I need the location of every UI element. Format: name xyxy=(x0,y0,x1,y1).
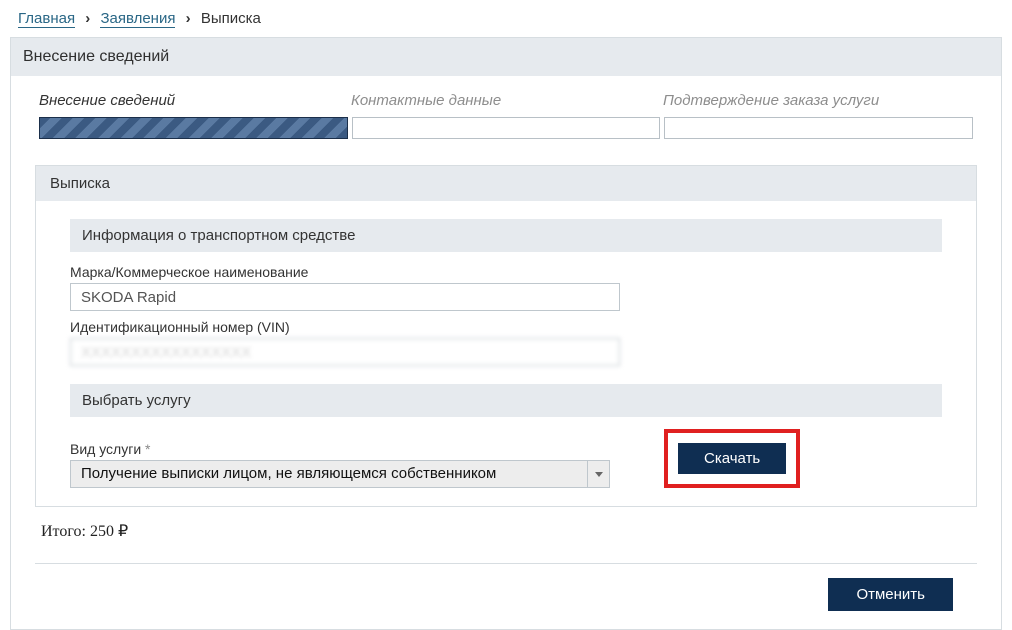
total-amount: 250 ₽ xyxy=(90,523,128,540)
brand-label: Марка/Коммерческое наименование xyxy=(70,264,942,280)
breadcrumb: Главная › Заявления › Выписка xyxy=(0,0,1012,33)
chevron-down-icon xyxy=(587,461,609,487)
step-label-1: Внесение сведений xyxy=(39,92,349,109)
vehicle-info-heading: Информация о транспортном средстве xyxy=(70,219,942,252)
vin-input xyxy=(70,338,620,366)
vin-label: Идентификационный номер (VIN) xyxy=(70,319,942,335)
progress-seg-1 xyxy=(39,117,348,139)
cancel-button[interactable]: Отменить xyxy=(828,578,953,611)
progress-seg-3 xyxy=(664,117,973,139)
brand-input xyxy=(70,283,620,311)
excerpt-title: Выписка xyxy=(36,166,976,201)
download-highlight: Скачать xyxy=(664,429,800,488)
service-heading: Выбрать услугу xyxy=(70,384,942,417)
service-type-value: Получение выписки лицом, не являющемся с… xyxy=(81,465,496,482)
wizard-steps: Внесение сведений Контактные данные Подт… xyxy=(11,76,1001,117)
divider xyxy=(35,563,977,564)
service-type-select[interactable]: Получение выписки лицом, не являющемся с… xyxy=(70,460,610,488)
main-panel: Внесение сведений Внесение сведений Конт… xyxy=(10,37,1002,630)
chevron-right-icon: › xyxy=(186,10,191,27)
service-type-label: Вид услуги * xyxy=(70,441,610,457)
panel-title: Внесение сведений xyxy=(11,38,1001,76)
wizard-progress xyxy=(11,117,1001,149)
chevron-right-icon: › xyxy=(85,10,90,27)
step-label-2: Контактные данные xyxy=(351,92,661,109)
breadcrumb-home[interactable]: Главная xyxy=(18,10,75,28)
breadcrumb-current: Выписка xyxy=(201,10,261,27)
excerpt-panel: Выписка Информация о транспортном средст… xyxy=(35,165,977,507)
download-button[interactable]: Скачать xyxy=(678,443,786,474)
breadcrumb-applications[interactable]: Заявления xyxy=(100,10,175,28)
total-row: Итого: 250 ₽ xyxy=(41,521,971,541)
progress-seg-2 xyxy=(352,117,661,139)
total-label: Итого: xyxy=(41,523,86,540)
step-label-3: Подтверждение заказа услуги xyxy=(663,92,973,109)
footer-actions: Отменить xyxy=(11,578,1001,619)
required-mark: * xyxy=(145,441,150,457)
